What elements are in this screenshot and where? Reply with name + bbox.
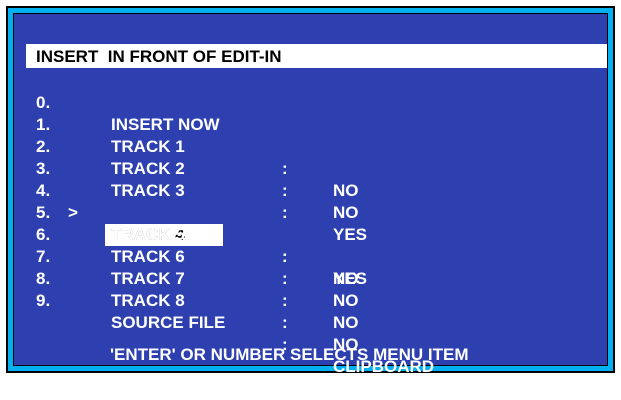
menu-item-track-5[interactable]: 5. TRACK 5 : NO — [14, 180, 607, 288]
menu-item-insert-now[interactable]: 0. INSERT NOW — [14, 70, 607, 134]
menu-item-track-3[interactable]: 3. TRACK 3 : YES — [14, 136, 607, 244]
menu-item-label: SOURCE FILE — [111, 313, 226, 332]
menu-title: INSERT IN FRONT OF EDIT-IN — [26, 44, 607, 68]
menu-item-track-2[interactable]: 2. TRACK 2 : NO — [14, 114, 607, 222]
menu-item-separator: : — [282, 313, 288, 332]
menu-item-label: TRACK 8 — [111, 291, 185, 310]
menu-item-track-1[interactable]: 1. TRACK 1 : NO — [14, 92, 607, 200]
menu-item-separator: : — [282, 291, 288, 310]
menu-item-value: NO — [333, 313, 359, 332]
menu-item-track-7[interactable]: 7. TRACK 7 : NO — [14, 224, 607, 332]
menu-item-track-4[interactable]: 4. > TRACK 4 : YES — [14, 158, 607, 288]
menu-hint: 'ENTER' OR NUMBER SELECTS MENU ITEM — [110, 345, 469, 364]
menu-item-number: 9. — [36, 291, 51, 310]
menu-item-track-8[interactable]: 8. TRACK 8 : NO — [14, 246, 607, 354]
menu-item-track-6[interactable]: 6. TRACK 6 : NO — [14, 202, 607, 310]
monitor-frame: INSERT IN FRONT OF EDIT-IN 0. INSERT NOW… — [6, 6, 615, 376]
menu-item-value: NO — [333, 291, 359, 310]
menu-item-source-file[interactable]: 9. SOURCE FILE : CLIPBOARD — [14, 268, 607, 376]
menu-screen: INSERT IN FRONT OF EDIT-IN 0. INSERT NOW… — [13, 13, 608, 376]
